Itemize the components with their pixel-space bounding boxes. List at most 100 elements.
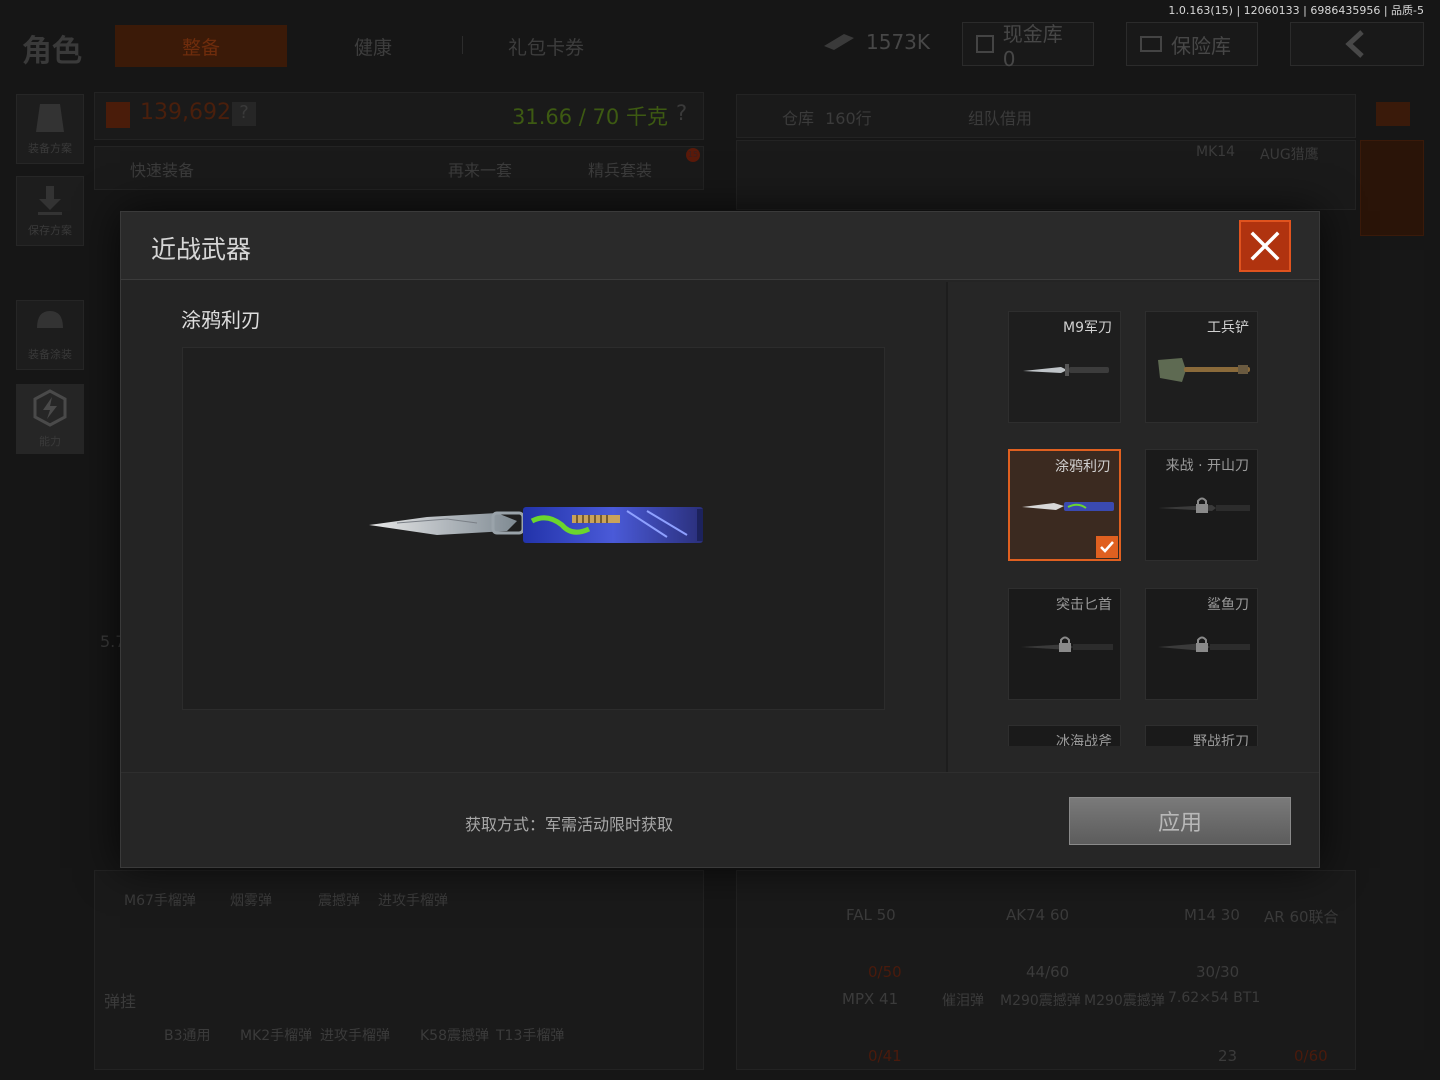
ammo-last-count: 0/60 (1294, 1047, 1328, 1065)
currency-amount: 1573K (866, 30, 931, 54)
equip-plan-button[interactable]: 装备方案 (16, 94, 84, 164)
elite-badge: 15 (686, 148, 700, 162)
close-button[interactable] (1239, 220, 1291, 272)
item-aug[interactable]: AUG猎鹰 (1260, 144, 1319, 164)
selected-checkmark (1096, 536, 1118, 558)
weapon-item-shovel[interactable]: 工兵铲 (1145, 311, 1258, 423)
warehouse-rows: 160行 (825, 109, 872, 128)
ammo-fal-count: 0/50 (868, 963, 902, 981)
ammo-m290-b[interactable]: M290震撼弹 (1084, 990, 1165, 1010)
vest-icon (36, 104, 64, 132)
quick-equip-button[interactable]: 快速装备 (130, 157, 194, 181)
ammo-tear-gas[interactable]: 催泪弹 (942, 990, 984, 1010)
ammo-762-count: 23 (1218, 1047, 1238, 1065)
weapon-item-label: 突击匕首 (1056, 597, 1112, 613)
weapon-item-shark-knife[interactable]: 鲨鱼刀 (1145, 588, 1258, 700)
currency-display: 1573K (822, 30, 930, 54)
weapon-preview (182, 347, 885, 710)
right-category-active[interactable] (1360, 140, 1424, 236)
weapon-list-clip: 冰海战斧 野战折刀 (1008, 725, 1258, 746)
apply-button[interactable]: 应用 (1069, 797, 1291, 845)
mount-t13[interactable]: T13手榴弹 (496, 1025, 564, 1045)
lock-icon (1196, 497, 1208, 513)
equip-skin-label: 装备涂装 (28, 348, 72, 361)
weapon-item-assault-dagger[interactable]: 突击匕首 (1008, 588, 1121, 700)
page-title: 角色 (22, 34, 82, 69)
ability-button[interactable]: 能力 (16, 384, 84, 454)
warehouse-label: 仓库 (782, 109, 815, 128)
acquire-method: 获取方式：军需活动限时获取 (465, 815, 674, 834)
ammo-m14-count: 30/30 (1196, 963, 1240, 981)
sort-icon[interactable] (1376, 102, 1410, 126)
helmet-icon (37, 311, 63, 328)
ammo-mpx[interactable]: MPX 41 (842, 990, 898, 1008)
ammo-m290-a[interactable]: M290震撼弹 (1000, 990, 1081, 1010)
weapon-item-label: 工兵铲 (1207, 320, 1249, 336)
insurance-label: 保险库 (1171, 33, 1231, 58)
knife-icon (1023, 364, 1109, 376)
weight-help-icon[interactable]: ? (676, 101, 687, 125)
equip-plan-label: 装备方案 (28, 142, 72, 155)
weapon-item-label: 涂鸦利刃 (1055, 459, 1111, 475)
tab-team-borrow[interactable]: 组队借用 (968, 105, 1032, 129)
weapon-item-label: 来战 · 开山刀 (1165, 458, 1249, 474)
back-arrow-icon (1345, 30, 1364, 58)
ammo-m14[interactable]: M14 30 (1184, 906, 1240, 924)
grenade-offensive[interactable]: 进攻手榴弹 (378, 890, 448, 910)
equip-skin-button[interactable]: 装备涂装 (16, 300, 84, 370)
tab-warehouse[interactable]: 仓库 160行 (782, 105, 872, 129)
weapon-item-label: 野战折刀 (1193, 734, 1249, 746)
back-button[interactable] (1290, 22, 1424, 66)
weapon-item-machete[interactable]: 来战 · 开山刀 (1145, 449, 1258, 561)
tab-health[interactable]: 健康 (354, 25, 392, 67)
ammo-762[interactable]: 7.62×54 BT1 (1168, 990, 1260, 1006)
mount-k58[interactable]: K58震撼弹 (420, 1025, 489, 1045)
cash-vault-button[interactable]: 现金库 0 (962, 22, 1094, 71)
grenade-smoke[interactable]: 烟雾弹 (230, 890, 272, 910)
banknote-icon (824, 34, 854, 50)
grenade-m67[interactable]: M67手榴弹 (124, 890, 196, 910)
check-icon (1100, 541, 1114, 553)
weapon-item-label: 冰海战斧 (1056, 734, 1112, 746)
ammo-ar[interactable]: AR 60联合 (1264, 906, 1339, 927)
preview-weapon-name: 涂鸦利刃 (181, 308, 261, 332)
elite-set-button[interactable]: 精兵套装 (588, 157, 652, 181)
tab-equip[interactable]: 整备 (115, 25, 287, 67)
dialog-footer: 获取方式：军需活动限时获取 应用 (121, 772, 1319, 867)
tab-giftpack[interactable]: 礼包卡券 (508, 25, 584, 67)
mount-b3[interactable]: B3通用 (164, 1025, 211, 1045)
weapon-item-graffiti-blade[interactable]: 涂鸦利刃 (1008, 449, 1121, 561)
item-mk14[interactable]: MK14 (1196, 144, 1235, 160)
cash-vault-label: 现金库 0 (1002, 21, 1063, 71)
weapon-list (948, 282, 1319, 772)
value-help-icon[interactable]: ? (232, 102, 256, 126)
mount-mk2[interactable]: MK2手榴弹 (240, 1025, 312, 1045)
version-info: 1.0.163(15) | 12060133 | 6986435956 | 品质… (1168, 4, 1424, 17)
weapon-item-field-knife[interactable]: 野战折刀 (1145, 725, 1258, 746)
save-plan-button[interactable]: 保存方案 (16, 176, 84, 246)
ammo-ak74-count: 44/60 (1026, 963, 1070, 981)
save-plan-label: 保存方案 (28, 224, 72, 237)
ammo-ak74[interactable]: AK74 60 (1006, 906, 1069, 924)
mount-offensive[interactable]: 进攻手榴弹 (320, 1025, 390, 1045)
melee-weapon-dialog: 近战武器 涂鸦利刃 M9军刀 工兵铲 涂鸦利刃 来战 · 开山刀 突击匕首 鲨鱼… (120, 211, 1320, 868)
weapon-item-ice-axe[interactable]: 冰海战斧 (1008, 725, 1121, 746)
weight-display: 31.66 / 70 千克 (512, 105, 668, 129)
again-button[interactable]: 再来一套 (448, 157, 512, 181)
ammo-fal[interactable]: FAL 50 (846, 906, 896, 924)
weapon-item-label: M9军刀 (1063, 320, 1112, 336)
grenade-stun[interactable]: 震撼弹 (318, 890, 360, 910)
dialog-title: 近战武器 (151, 235, 252, 264)
close-icon (1250, 231, 1280, 261)
butterfly-knife-icon (369, 507, 703, 543)
mounts-label: 弹挂 (104, 992, 137, 1011)
loadout-value: 139,692 (140, 100, 231, 125)
vault-icon (976, 35, 994, 53)
lock-icon (1196, 636, 1208, 652)
insurance-vault-button[interactable]: 保险库 (1126, 22, 1258, 66)
lock-icon (1059, 636, 1071, 652)
weapon-item-m9[interactable]: M9军刀 (1008, 311, 1121, 423)
dialog-header (121, 212, 1319, 280)
butterfly-knife-icon (1022, 502, 1114, 511)
safe-icon (1140, 36, 1162, 52)
